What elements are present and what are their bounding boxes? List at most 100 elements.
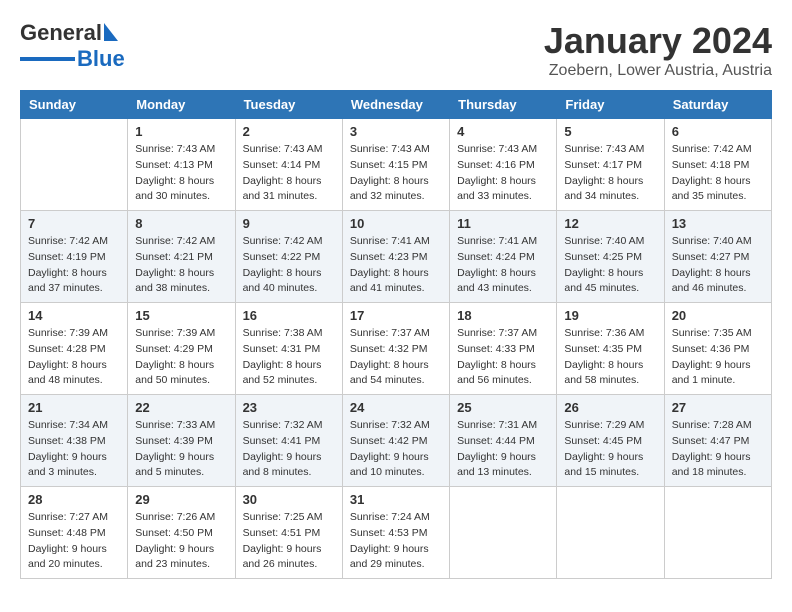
daylight: Daylight: 8 hours and 34 minutes. [564,175,643,203]
sunrise: Sunrise: 7:32 AM [243,419,323,431]
day-info: Sunrise: 7:26 AM Sunset: 4:50 PM Dayligh… [135,510,227,573]
day-number: 28 [28,492,120,507]
daylight: Daylight: 8 hours and 33 minutes. [457,175,536,203]
calendar-cell: 10 Sunrise: 7:41 AM Sunset: 4:23 PM Dayl… [342,211,449,303]
sunset: Sunset: 4:18 PM [672,159,750,171]
calendar-cell: 24 Sunrise: 7:32 AM Sunset: 4:42 PM Dayl… [342,395,449,487]
sunrise: Sunrise: 7:24 AM [350,511,430,523]
sunrise: Sunrise: 7:42 AM [135,235,215,247]
day-info: Sunrise: 7:33 AM Sunset: 4:39 PM Dayligh… [135,418,227,481]
day-number: 7 [28,216,120,231]
day-info: Sunrise: 7:40 AM Sunset: 4:27 PM Dayligh… [672,234,764,297]
daylight: Daylight: 9 hours and 1 minute. [672,359,751,387]
day-number: 24 [350,400,442,415]
day-number: 20 [672,308,764,323]
calendar-cell: 5 Sunrise: 7:43 AM Sunset: 4:17 PM Dayli… [557,119,664,211]
sunset: Sunset: 4:29 PM [135,343,213,355]
sunrise: Sunrise: 7:36 AM [564,327,644,339]
daylight: Daylight: 8 hours and 31 minutes. [243,175,322,203]
sunset: Sunset: 4:28 PM [28,343,106,355]
day-info: Sunrise: 7:42 AM Sunset: 4:19 PM Dayligh… [28,234,120,297]
calendar-cell: 21 Sunrise: 7:34 AM Sunset: 4:38 PM Dayl… [21,395,128,487]
daylight: Daylight: 8 hours and 54 minutes. [350,359,429,387]
week-row-3: 14 Sunrise: 7:39 AM Sunset: 4:28 PM Dayl… [21,303,772,395]
sunset: Sunset: 4:24 PM [457,251,535,263]
daylight: Daylight: 9 hours and 5 minutes. [135,451,214,479]
sunrise: Sunrise: 7:37 AM [350,327,430,339]
calendar-cell [664,487,771,579]
daylight: Daylight: 8 hours and 37 minutes. [28,267,107,295]
daylight: Daylight: 8 hours and 40 minutes. [243,267,322,295]
calendar-cell: 6 Sunrise: 7:42 AM Sunset: 4:18 PM Dayli… [664,119,771,211]
daylight: Daylight: 8 hours and 50 minutes. [135,359,214,387]
day-number: 18 [457,308,549,323]
sunset: Sunset: 4:38 PM [28,435,106,447]
calendar-cell: 13 Sunrise: 7:40 AM Sunset: 4:27 PM Dayl… [664,211,771,303]
day-info: Sunrise: 7:35 AM Sunset: 4:36 PM Dayligh… [672,326,764,389]
sunset: Sunset: 4:23 PM [350,251,428,263]
calendar-header-row: Sunday Monday Tuesday Wednesday Thursday… [21,91,772,119]
sunrise: Sunrise: 7:40 AM [564,235,644,247]
daylight: Daylight: 9 hours and 26 minutes. [243,543,322,571]
day-info: Sunrise: 7:38 AM Sunset: 4:31 PM Dayligh… [243,326,335,389]
page-header: General Blue January 2024 Zoebern, Lower… [20,20,772,80]
day-info: Sunrise: 7:36 AM Sunset: 4:35 PM Dayligh… [564,326,656,389]
calendar-cell [557,487,664,579]
calendar-cell: 12 Sunrise: 7:40 AM Sunset: 4:25 PM Dayl… [557,211,664,303]
daylight: Daylight: 8 hours and 56 minutes. [457,359,536,387]
logo-general-text: General [20,20,102,46]
sunset: Sunset: 4:44 PM [457,435,535,447]
day-info: Sunrise: 7:28 AM Sunset: 4:47 PM Dayligh… [672,418,764,481]
daylight: Daylight: 9 hours and 3 minutes. [28,451,107,479]
calendar-cell: 15 Sunrise: 7:39 AM Sunset: 4:29 PM Dayl… [128,303,235,395]
day-number: 8 [135,216,227,231]
sunset: Sunset: 4:22 PM [243,251,321,263]
sunrise: Sunrise: 7:42 AM [243,235,323,247]
sunrise: Sunrise: 7:43 AM [350,143,430,155]
calendar-cell: 18 Sunrise: 7:37 AM Sunset: 4:33 PM Dayl… [450,303,557,395]
day-number: 1 [135,124,227,139]
day-number: 23 [243,400,335,415]
daylight: Daylight: 8 hours and 46 minutes. [672,267,751,295]
calendar-cell: 23 Sunrise: 7:32 AM Sunset: 4:41 PM Dayl… [235,395,342,487]
day-info: Sunrise: 7:43 AM Sunset: 4:16 PM Dayligh… [457,142,549,205]
daylight: Daylight: 9 hours and 18 minutes. [672,451,751,479]
day-info: Sunrise: 7:43 AM Sunset: 4:14 PM Dayligh… [243,142,335,205]
day-number: 5 [564,124,656,139]
daylight: Daylight: 8 hours and 32 minutes. [350,175,429,203]
calendar-cell: 2 Sunrise: 7:43 AM Sunset: 4:14 PM Dayli… [235,119,342,211]
col-saturday: Saturday [664,91,771,119]
day-number: 16 [243,308,335,323]
calendar-cell: 29 Sunrise: 7:26 AM Sunset: 4:50 PM Dayl… [128,487,235,579]
sunset: Sunset: 4:47 PM [672,435,750,447]
day-number: 10 [350,216,442,231]
day-number: 6 [672,124,764,139]
day-info: Sunrise: 7:32 AM Sunset: 4:42 PM Dayligh… [350,418,442,481]
calendar-cell: 4 Sunrise: 7:43 AM Sunset: 4:16 PM Dayli… [450,119,557,211]
sunset: Sunset: 4:14 PM [243,159,321,171]
sunset: Sunset: 4:27 PM [672,251,750,263]
daylight: Daylight: 9 hours and 20 minutes. [28,543,107,571]
day-info: Sunrise: 7:41 AM Sunset: 4:24 PM Dayligh… [457,234,549,297]
daylight: Daylight: 9 hours and 13 minutes. [457,451,536,479]
day-number: 30 [243,492,335,507]
calendar-cell: 20 Sunrise: 7:35 AM Sunset: 4:36 PM Dayl… [664,303,771,395]
week-row-5: 28 Sunrise: 7:27 AM Sunset: 4:48 PM Dayl… [21,487,772,579]
sunset: Sunset: 4:25 PM [564,251,642,263]
day-info: Sunrise: 7:40 AM Sunset: 4:25 PM Dayligh… [564,234,656,297]
daylight: Daylight: 8 hours and 43 minutes. [457,267,536,295]
calendar-cell: 14 Sunrise: 7:39 AM Sunset: 4:28 PM Dayl… [21,303,128,395]
sunrise: Sunrise: 7:37 AM [457,327,537,339]
sunrise: Sunrise: 7:39 AM [135,327,215,339]
week-row-2: 7 Sunrise: 7:42 AM Sunset: 4:19 PM Dayli… [21,211,772,303]
sunset: Sunset: 4:13 PM [135,159,213,171]
sunset: Sunset: 4:35 PM [564,343,642,355]
sunset: Sunset: 4:39 PM [135,435,213,447]
calendar-table: Sunday Monday Tuesday Wednesday Thursday… [20,90,772,579]
sunset: Sunset: 4:45 PM [564,435,642,447]
calendar-cell: 19 Sunrise: 7:36 AM Sunset: 4:35 PM Dayl… [557,303,664,395]
calendar-cell: 11 Sunrise: 7:41 AM Sunset: 4:24 PM Dayl… [450,211,557,303]
sunrise: Sunrise: 7:42 AM [28,235,108,247]
day-number: 29 [135,492,227,507]
day-number: 3 [350,124,442,139]
